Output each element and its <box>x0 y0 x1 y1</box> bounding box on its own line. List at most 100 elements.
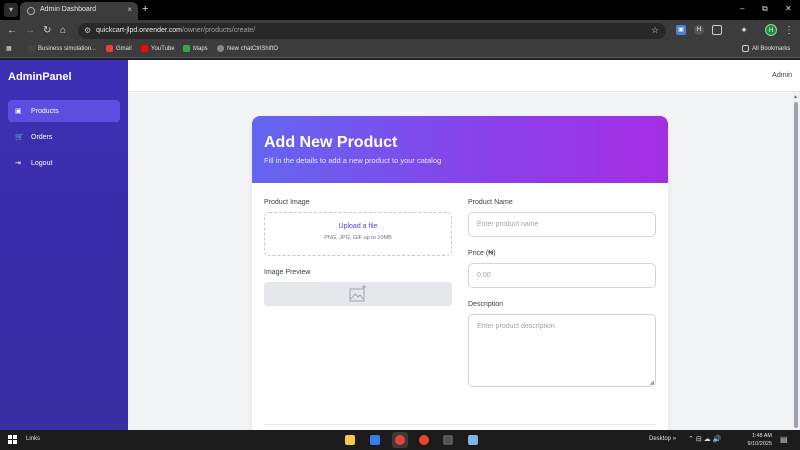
taskbar-app-file-explorer[interactable] <box>342 432 358 448</box>
brand-logo[interactable]: AdminPanel <box>8 71 72 83</box>
close-window-icon[interactable]: ✕ <box>785 4 792 13</box>
taskbar-app-notepad[interactable] <box>465 432 481 448</box>
file-upload-dropzone[interactable]: Upload a file PNG, JPG, GIF up to 10MB <box>264 212 452 256</box>
image-preview <box>264 282 452 306</box>
sidebar-item-products[interactable]: ▣ Products <box>8 100 120 122</box>
new-tab-button[interactable]: + <box>142 3 148 15</box>
chrome-icon <box>395 435 405 445</box>
taskbar-app-terminal[interactable] <box>440 432 456 448</box>
youtube-icon <box>141 45 148 52</box>
bookmark-star-icon[interactable]: ☆ <box>651 25 659 36</box>
system-tray-icons[interactable]: ⌃⊟☁🔊 <box>688 435 723 443</box>
taskbar-app-chrome-active[interactable] <box>392 432 408 448</box>
page-subtitle: Fill in the details to add a new product… <box>264 156 442 165</box>
sidebar-item-logout[interactable]: ⇥ Logout <box>8 152 120 174</box>
upload-hint: PNG, JPG, GIF up to 10MB <box>324 235 392 241</box>
price-input[interactable]: 0.00 <box>468 263 656 288</box>
maps-icon <box>183 45 190 52</box>
page-title: Add New Product <box>264 134 398 151</box>
file-explorer-icon <box>345 435 355 445</box>
browser-tab[interactable]: Admin Dashboard × <box>20 2 138 20</box>
sidebar-item-label: Products <box>31 107 59 115</box>
minimize-icon[interactable]: – <box>740 4 744 13</box>
taskbar-clock[interactable]: 1:48 AM 9/10/2025 <box>740 432 772 448</box>
notification-icon[interactable]: ▤ <box>780 435 788 444</box>
notepad-icon <box>468 435 478 445</box>
apps-grid-icon[interactable]: ▦ <box>6 45 12 52</box>
divider <box>264 424 656 425</box>
top-header: Admin <box>128 60 800 92</box>
price-label: Price (₦) <box>468 250 496 257</box>
globe-icon <box>27 7 35 15</box>
description-label: Description <box>468 301 504 308</box>
chrome-icon <box>419 435 429 445</box>
image-preview-label: Image Preview <box>264 269 311 276</box>
description-textarea[interactable]: Enter product description ◢ <box>468 314 656 387</box>
resize-handle-icon[interactable]: ◢ <box>649 379 654 386</box>
extension-icon[interactable]: H <box>694 25 704 35</box>
product-name-label: Product Name <box>468 199 513 206</box>
tab-search-icon[interactable]: ▾ <box>4 3 18 17</box>
bookmark-item[interactable]: New chatCtrlShiftO <box>217 45 278 52</box>
terminal-icon <box>443 435 453 445</box>
gmail-icon <box>106 45 113 52</box>
bookmark-item[interactable]: Maps <box>183 45 208 52</box>
bookmark-favicon-icon <box>28 45 35 52</box>
browser-tab-bar: ▾ Admin Dashboard × + – ⧉ ✕ <box>0 0 800 20</box>
sidebar-item-orders[interactable]: 🛒 Orders <box>8 126 120 148</box>
os-taskbar: Links Desktop » ⌃⊟☁🔊 1:48 AM 9/10/2025 ▤ <box>0 430 800 450</box>
chat-icon <box>217 45 224 52</box>
image-placeholder-icon <box>349 285 366 302</box>
bookmark-item[interactable]: Business simulation... <box>28 45 96 52</box>
add-product-card: Add New Product Fill in the details to a… <box>252 116 668 430</box>
home-icon[interactable]: ⌂ <box>60 24 66 38</box>
bookmark-item[interactable]: YouTube <box>141 45 175 52</box>
product-image-label: Product Image <box>264 199 310 206</box>
folder-icon <box>742 45 749 52</box>
description-placeholder: Enter product description <box>477 323 555 330</box>
price-placeholder: 0.00 <box>477 272 491 279</box>
page: AdminPanel ▣ Products 🛒 Orders ⇥ Logout … <box>0 60 800 430</box>
product-name-placeholder: Enter product name <box>477 221 539 228</box>
extensions-puzzle-icon[interactable] <box>712 25 722 35</box>
vscode-icon <box>370 435 380 445</box>
cart-icon: 🛒 <box>15 134 24 141</box>
taskbar-app-vscode[interactable] <box>367 432 383 448</box>
links-toolbar[interactable]: Links <box>26 436 40 442</box>
menu-icon[interactable]: ⋮ <box>784 24 794 38</box>
main-content: Add New Product Fill in the details to a… <box>128 92 792 430</box>
sidebar-item-label: Logout <box>31 159 53 167</box>
maximize-icon[interactable]: ⧉ <box>762 4 768 14</box>
logout-icon: ⇥ <box>15 160 21 167</box>
box-icon: ▣ <box>15 108 22 115</box>
desktop-toolbar[interactable]: Desktop » <box>649 436 676 442</box>
product-name-input[interactable]: Enter product name <box>468 212 656 237</box>
bookmarks-bar: ▦ Business simulation... Gmail YouTube M… <box>0 42 800 58</box>
forward-icon[interactable]: → <box>25 24 35 38</box>
page-scrollbar[interactable]: ▲ <box>792 92 800 430</box>
bookmark-item[interactable]: Gmail <box>106 45 132 52</box>
user-menu[interactable]: Admin <box>772 72 792 79</box>
browser-toolbar: ← → ↻ ⌂ ⚙ quickcart-jlpd.onrender.com/ow… <box>0 20 800 42</box>
sidebar-item-label: Orders <box>31 133 53 141</box>
scroll-thumb[interactable] <box>794 102 798 428</box>
all-bookmarks[interactable]: All Bookmarks <box>742 45 790 52</box>
reload-icon[interactable]: ↻ <box>43 24 51 38</box>
profile-avatar[interactable]: H <box>765 24 777 36</box>
extension-icon[interactable]: ▣ <box>676 25 686 35</box>
sidebar: AdminPanel ▣ Products 🛒 Orders ⇥ Logout <box>0 60 128 430</box>
tab-close-icon[interactable]: × <box>127 5 132 14</box>
clock-date: 9/10/2025 <box>747 441 772 447</box>
upload-file-link[interactable]: Upload a file <box>265 223 451 230</box>
bookmarks-panel-icon[interactable]: ✦ <box>739 25 749 35</box>
clock-time: 1:48 AM <box>751 433 772 439</box>
back-icon[interactable]: ← <box>7 24 17 38</box>
tab-title: Admin Dashboard <box>40 6 97 13</box>
card-header: Add New Product Fill in the details to a… <box>252 116 668 183</box>
address-bar[interactable]: ⚙ quickcart-jlpd.onrender.com/owner/prod… <box>78 23 666 39</box>
windows-start-icon[interactable] <box>8 435 17 444</box>
taskbar-app-chrome[interactable] <box>416 432 432 448</box>
scroll-up-icon[interactable]: ▲ <box>793 94 798 100</box>
site-info-icon[interactable]: ⚙ <box>84 26 91 35</box>
url-text: quickcart-jlpd.onrender.com/owner/produc… <box>96 27 256 34</box>
